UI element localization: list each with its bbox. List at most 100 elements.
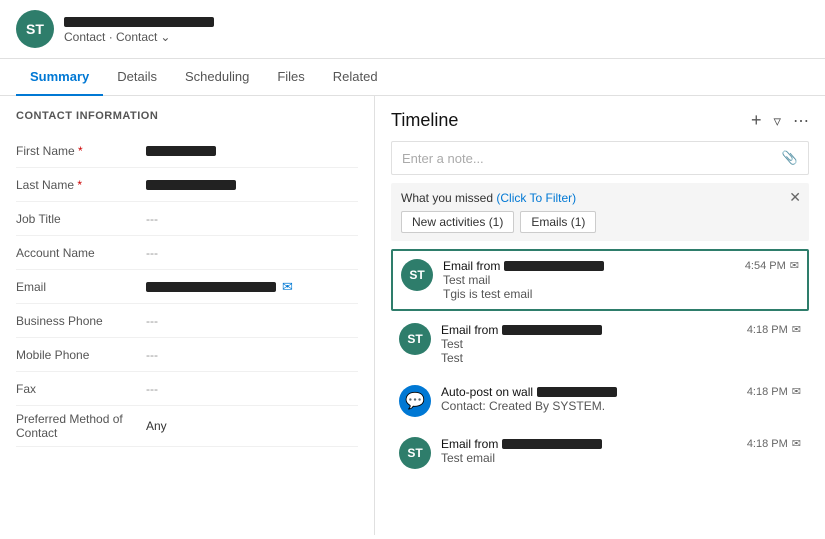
field-label-mobile-phone: Mobile Phone	[16, 348, 146, 362]
item-avatar-4: ST	[399, 437, 431, 469]
more-options-icon[interactable]: ⋯	[793, 111, 809, 131]
timeline-header: Timeline + ▿ ⋯	[391, 110, 809, 131]
contact-name	[64, 14, 214, 30]
field-business-phone: Business Phone ---	[16, 304, 358, 338]
item-time-value-1: 4:54 PM	[745, 260, 786, 272]
close-icon[interactable]: ✕	[789, 189, 801, 206]
field-label-email: Email	[16, 280, 146, 294]
field-value-first-name	[146, 146, 216, 156]
item-time-1: 4:54 PM ✉	[745, 259, 799, 272]
item-time-value-3: 4:18 PM	[747, 386, 788, 398]
missed-title: What you missed (Click To Filter)	[401, 191, 799, 205]
field-label-first-name: First Name *	[16, 144, 146, 158]
main-layout: CONTACT INFORMATION First Name * Last Na…	[0, 96, 825, 535]
field-label-business-phone: Business Phone	[16, 314, 146, 328]
item-time-2: 4:18 PM ✉	[747, 323, 801, 336]
field-value-job-title: ---	[146, 212, 158, 226]
item-content-4: Email from 4:18 PM ✉ Test email	[441, 437, 801, 469]
timeline-item-4[interactable]: ST Email from 4:18 PM ✉ Test email	[391, 429, 809, 477]
tab-summary[interactable]: Summary	[16, 59, 103, 96]
left-panel: CONTACT INFORMATION First Name * Last Na…	[0, 96, 375, 535]
field-label-account-name: Account Name	[16, 246, 146, 260]
timeline-item-1[interactable]: ST Email from 4:54 PM ✉ Test mail Tgis i…	[391, 249, 809, 311]
item-content-3: Auto-post on wall 4:18 PM ✉ Contact: Cre…	[441, 385, 801, 417]
item-sender-4-redacted	[502, 439, 602, 449]
filter-icon[interactable]: ▿	[773, 112, 781, 130]
field-value-last-name	[146, 180, 236, 190]
item-title-prefix-3: Auto-post on wall	[441, 385, 533, 399]
missed-text: What you missed	[401, 191, 493, 205]
tab-scheduling[interactable]: Scheduling	[171, 59, 263, 96]
item-title-row-4: Email from 4:18 PM ✉	[441, 437, 801, 451]
field-value-account-name: ---	[146, 246, 158, 260]
item-sub-4: Test email	[441, 451, 801, 465]
item-title-prefix-2: Email from	[441, 323, 498, 337]
field-account-name: Account Name ---	[16, 236, 358, 270]
field-value-fax: ---	[146, 382, 158, 396]
chevron-down-icon[interactable]: ⌄	[160, 30, 170, 44]
item-sender-1-redacted	[504, 261, 604, 271]
item-body-1: Tgis is test email	[443, 287, 799, 301]
name-redacted	[64, 17, 214, 27]
reply-icon-1[interactable]: ✉	[790, 259, 799, 272]
timeline-item-2[interactable]: ST Email from 4:18 PM ✉ Test Test	[391, 315, 809, 373]
timeline-actions: + ▿ ⋯	[751, 110, 809, 131]
item-time-4: 4:18 PM ✉	[747, 437, 801, 450]
field-job-title: Job Title ---	[16, 202, 358, 236]
header-subtitle: Contact · Contact ⌄	[64, 30, 214, 44]
field-fax: Fax ---	[16, 372, 358, 406]
field-label-job-title: Job Title	[16, 212, 146, 226]
email-redacted	[146, 282, 276, 292]
tab-files[interactable]: Files	[263, 59, 318, 96]
reply-icon-2[interactable]: ✉	[792, 323, 801, 336]
field-first-name: First Name *	[16, 134, 358, 168]
field-label-fax: Fax	[16, 382, 146, 396]
emails-button[interactable]: Emails (1)	[520, 211, 596, 233]
new-activities-button[interactable]: New activities (1)	[401, 211, 514, 233]
contact-info-title: CONTACT INFORMATION	[16, 110, 358, 122]
required-marker: *	[78, 144, 83, 158]
item-title-row-1: Email from 4:54 PM ✉	[443, 259, 799, 273]
item-time-3: 4:18 PM ✉	[747, 385, 801, 398]
tab-details[interactable]: Details	[103, 59, 171, 96]
required-marker: *	[77, 178, 82, 192]
item-sender-2-redacted	[502, 325, 602, 335]
item-avatar-3: 💬	[399, 385, 431, 417]
item-sub-3: Contact: Created By SYSTEM.	[441, 399, 801, 413]
item-sub-2: Test	[441, 337, 801, 351]
item-title-prefix-4: Email from	[441, 437, 498, 451]
item-avatar-2: ST	[399, 323, 431, 355]
first-name-redacted	[146, 146, 216, 156]
item-title-3: Auto-post on wall	[441, 385, 617, 399]
item-content-2: Email from 4:18 PM ✉ Test Test	[441, 323, 801, 365]
note-input-area[interactable]: Enter a note... 📎	[391, 141, 809, 175]
item-time-value-2: 4:18 PM	[747, 324, 788, 336]
reply-icon-3[interactable]: ✉	[792, 385, 801, 398]
subtitle-text: Contact · Contact	[64, 30, 157, 44]
item-sub-1: Test mail	[443, 273, 799, 287]
field-value-preferred-contact: Any	[146, 419, 167, 433]
avatar: ST	[16, 10, 54, 48]
missed-banner: What you missed (Click To Filter) ✕ New …	[391, 183, 809, 241]
reply-icon-4[interactable]: ✉	[792, 437, 801, 450]
item-title-1: Email from	[443, 259, 604, 273]
tab-related[interactable]: Related	[319, 59, 392, 96]
field-label-preferred-contact: Preferred Method of Contact	[16, 412, 146, 440]
email-send-icon[interactable]: ✉	[282, 279, 293, 295]
last-name-redacted	[146, 180, 236, 190]
field-label-last-name: Last Name *	[16, 178, 146, 192]
item-avatar-1: ST	[401, 259, 433, 291]
field-email: Email ✉	[16, 270, 358, 304]
header-info: Contact · Contact ⌄	[64, 14, 214, 44]
note-placeholder: Enter a note...	[402, 151, 484, 166]
click-filter-text[interactable]: (Click To Filter)	[496, 191, 576, 205]
item-time-value-4: 4:18 PM	[747, 438, 788, 450]
field-mobile-phone: Mobile Phone ---	[16, 338, 358, 372]
timeline-item-3[interactable]: 💬 Auto-post on wall 4:18 PM ✉ Contact: C…	[391, 377, 809, 425]
paperclip-icon[interactable]: 📎	[782, 150, 798, 166]
item-body-2: Test	[441, 351, 801, 365]
field-last-name: Last Name *	[16, 168, 358, 202]
field-preferred-contact: Preferred Method of Contact Any	[16, 406, 358, 447]
add-icon[interactable]: +	[751, 110, 762, 131]
timeline-title: Timeline	[391, 110, 751, 131]
